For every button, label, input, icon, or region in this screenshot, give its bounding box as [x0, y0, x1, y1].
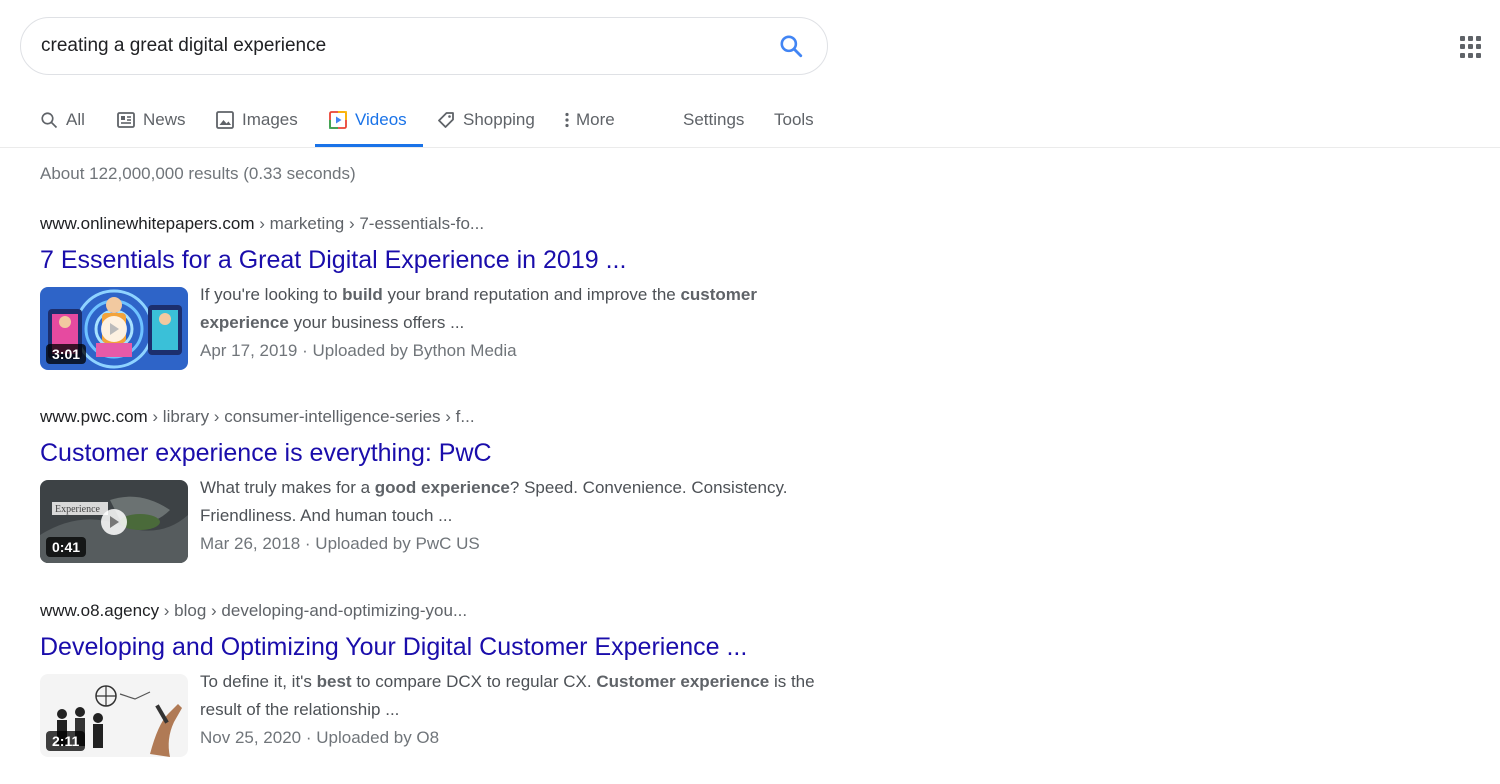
- result-domain: www.onlinewhitepapers.com: [40, 214, 255, 233]
- video-duration: 2:11: [46, 731, 86, 751]
- result-title-link[interactable]: Developing and Optimizing Your Digital C…: [40, 632, 820, 662]
- result-domain: www.pwc.com: [40, 407, 148, 426]
- tab-label: Videos: [355, 109, 407, 129]
- tab-label: Tools: [774, 109, 814, 129]
- tab-label: More: [576, 109, 615, 129]
- tab-news[interactable]: News: [117, 92, 186, 147]
- tab-all[interactable]: All: [40, 92, 85, 147]
- result-url[interactable]: www.onlinewhitepapers.com › marketing › …: [40, 213, 820, 235]
- search-tabs: All News Images Videos Shopping More Set…: [0, 92, 1500, 148]
- search-result: www.onlinewhitepapers.com › marketing › …: [40, 213, 820, 371]
- thumbnail-caption: Experience: [55, 504, 101, 515]
- search-button[interactable]: [777, 32, 805, 60]
- tab-shopping[interactable]: Shopping: [437, 92, 535, 147]
- uploader: · Uploaded by PwC US: [300, 534, 480, 553]
- tab-label: All: [66, 109, 85, 129]
- video-duration: 3:01: [46, 344, 87, 364]
- video-duration: 0:41: [46, 537, 87, 557]
- news-icon: [117, 111, 135, 128]
- result-url[interactable]: www.pwc.com › library › consumer-intelli…: [40, 406, 820, 428]
- video-icon: [329, 110, 347, 129]
- upload-date: Apr 17, 2019: [200, 341, 298, 360]
- play-icon: [101, 509, 127, 535]
- result-title-link[interactable]: 7 Essentials for a Great Digital Experie…: [40, 245, 820, 275]
- tab-label: Settings: [683, 109, 745, 129]
- result-snippet: If you're looking to build your brand re…: [200, 285, 757, 332]
- tab-label: Images: [242, 109, 298, 129]
- tab-tools[interactable]: Tools: [774, 92, 814, 147]
- tab-settings[interactable]: Settings: [683, 92, 744, 147]
- search-input[interactable]: [41, 18, 761, 74]
- result-path: › library › consumer-intelligence-series…: [147, 407, 475, 426]
- search-box: [20, 17, 828, 75]
- result-meta: Apr 17, 2019 · Uploaded by Bython Media: [200, 337, 517, 365]
- video-thumbnail[interactable]: 3:01: [40, 287, 188, 370]
- result-title-link[interactable]: Customer experience is everything: PwC: [40, 438, 820, 468]
- video-thumbnail[interactable]: 2:11: [40, 674, 188, 757]
- tab-label: Shopping: [463, 109, 535, 129]
- result-meta: Nov 25, 2020 · Uploaded by O8: [200, 724, 439, 752]
- result-meta: Mar 26, 2018 · Uploaded by PwC US: [200, 530, 480, 558]
- tab-images[interactable]: Images: [216, 92, 298, 147]
- play-icon: [101, 316, 127, 342]
- result-domain: www.o8.agency: [40, 601, 160, 620]
- tab-more[interactable]: More: [564, 92, 615, 147]
- upload-date: Nov 25, 2020: [200, 728, 302, 747]
- result-url[interactable]: www.o8.agency › blog › developing-and-op…: [40, 600, 820, 622]
- result-snippet: To define it, it's best to compare DCX t…: [200, 672, 815, 719]
- search-result: www.o8.agency › blog › developing-and-op…: [40, 600, 820, 758]
- search-icon: [780, 35, 803, 58]
- apps-grid-icon[interactable]: [1460, 36, 1482, 58]
- uploader: · Uploaded by O8: [301, 728, 440, 747]
- more-vert-icon: [564, 111, 570, 129]
- uploader: · Uploaded by Bython Media: [297, 341, 517, 360]
- search-icon: [40, 111, 58, 129]
- image-icon: [216, 110, 234, 129]
- result-snippet: What truly makes for a good experience? …: [200, 478, 788, 525]
- result-path: › blog › developing-and-optimizing-you..…: [159, 601, 468, 620]
- video-thumbnail[interactable]: Experience 0:41: [40, 480, 188, 563]
- result-stats: About 122,000,000 results (0.33 seconds): [40, 164, 356, 183]
- upload-date: Mar 26, 2018: [200, 534, 301, 553]
- tab-videos[interactable]: Videos: [315, 92, 423, 147]
- tab-label: News: [143, 109, 186, 129]
- search-result: www.pwc.com › library › consumer-intelli…: [40, 406, 820, 564]
- result-path: › marketing › 7-essentials-fo...: [254, 214, 485, 233]
- tag-icon: [437, 111, 455, 129]
